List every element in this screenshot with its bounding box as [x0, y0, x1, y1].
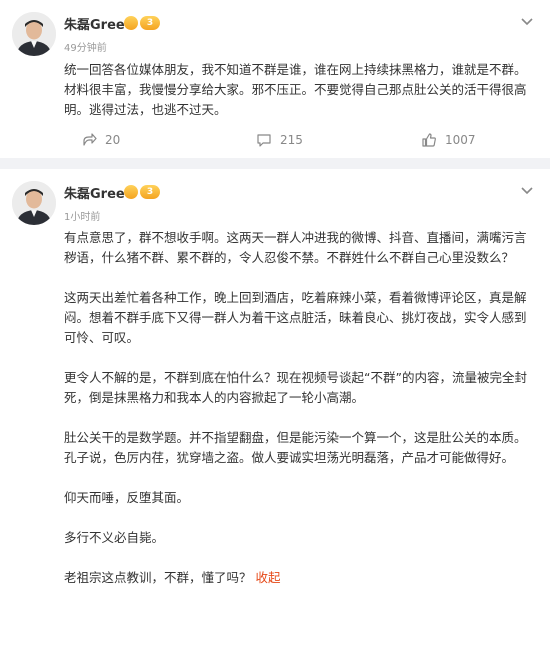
post-paragraph: 多行不义必自毙。 [64, 530, 165, 545]
post-paragraph: 这两天出差忙着各种工作，晚上回到酒店，吃着麻辣小菜，看着微博评论区，真是解闷。想… [64, 290, 527, 345]
post-actions: 20 215 1007 [64, 130, 534, 150]
post-paragraph: 老祖宗这点教训，不群，懂了吗？ 收起 [64, 568, 534, 588]
post-time[interactable]: 1小时前 [64, 208, 100, 223]
chevron-down-icon[interactable] [520, 12, 534, 26]
post-paragraph: 统一回答各位媒体朋友，我不知道不群是谁，谁在网上持续抹黑格力，谁就是不群。材料很… [64, 62, 527, 117]
like-button[interactable]: 1007 [421, 130, 476, 150]
weibo-post-1: 朱磊Gree 3 49分钟前 统一回答各位媒体朋友，我不知道不群是谁，谁在网上持… [0, 0, 550, 158]
like-count: 1007 [445, 133, 476, 147]
post-text: 统一回答各位媒体朋友，我不知道不群是谁，谁在网上持续抹黑格力，谁就是不群。材料很… [64, 60, 534, 120]
post-paragraph: 仰天而唾，反堕其面。 [64, 490, 190, 505]
verified-badge-icon [124, 16, 138, 30]
level-badge: 3 [140, 16, 160, 30]
share-button[interactable]: 20 [81, 130, 120, 150]
post-paragraph-text: 老祖宗这点教训，不群，懂了吗？ [64, 570, 252, 585]
comment-icon [257, 134, 271, 147]
post-time[interactable]: 49分钟前 [64, 39, 107, 54]
post-paragraph: 肚公关干的是数学题。并不指望翻盘，但是能污染一个算一个，这是肚公关的本质。孔子说… [64, 430, 527, 465]
share-icon [83, 133, 97, 146]
avatar[interactable] [12, 12, 56, 56]
avatar[interactable] [12, 181, 56, 225]
thumbs-up-icon [422, 133, 436, 147]
post-text: 有点意思了，群不想收手啊。这两天一群人冲进我的微博、抖音、直播间，满嘴污言秽语，… [64, 228, 534, 588]
post-paragraph: 更令人不解的是，不群到底在怕什么？现在视频号谈起“不群”的内容，流量被完全封死，… [64, 370, 527, 405]
level-badge: 3 [140, 185, 160, 199]
verified-badge-icon [124, 185, 138, 199]
chevron-down-icon[interactable] [520, 181, 534, 195]
weibo-post-2: 朱磊Gree 3 1小时前 有点意思了，群不想收手啊。这两天一群人冲进我的微博、… [0, 169, 550, 658]
collapse-link[interactable]: 收起 [256, 570, 281, 585]
author-name[interactable]: 朱磊Gree [64, 14, 125, 33]
author-name[interactable]: 朱磊Gree [64, 183, 125, 202]
comment-button[interactable]: 215 [256, 130, 303, 150]
comment-count: 215 [280, 133, 303, 147]
post-paragraph: 有点意思了，群不想收手啊。这两天一群人冲进我的微博、抖音、直播间，满嘴污言秽语，… [64, 230, 527, 265]
share-count: 20 [105, 133, 121, 147]
